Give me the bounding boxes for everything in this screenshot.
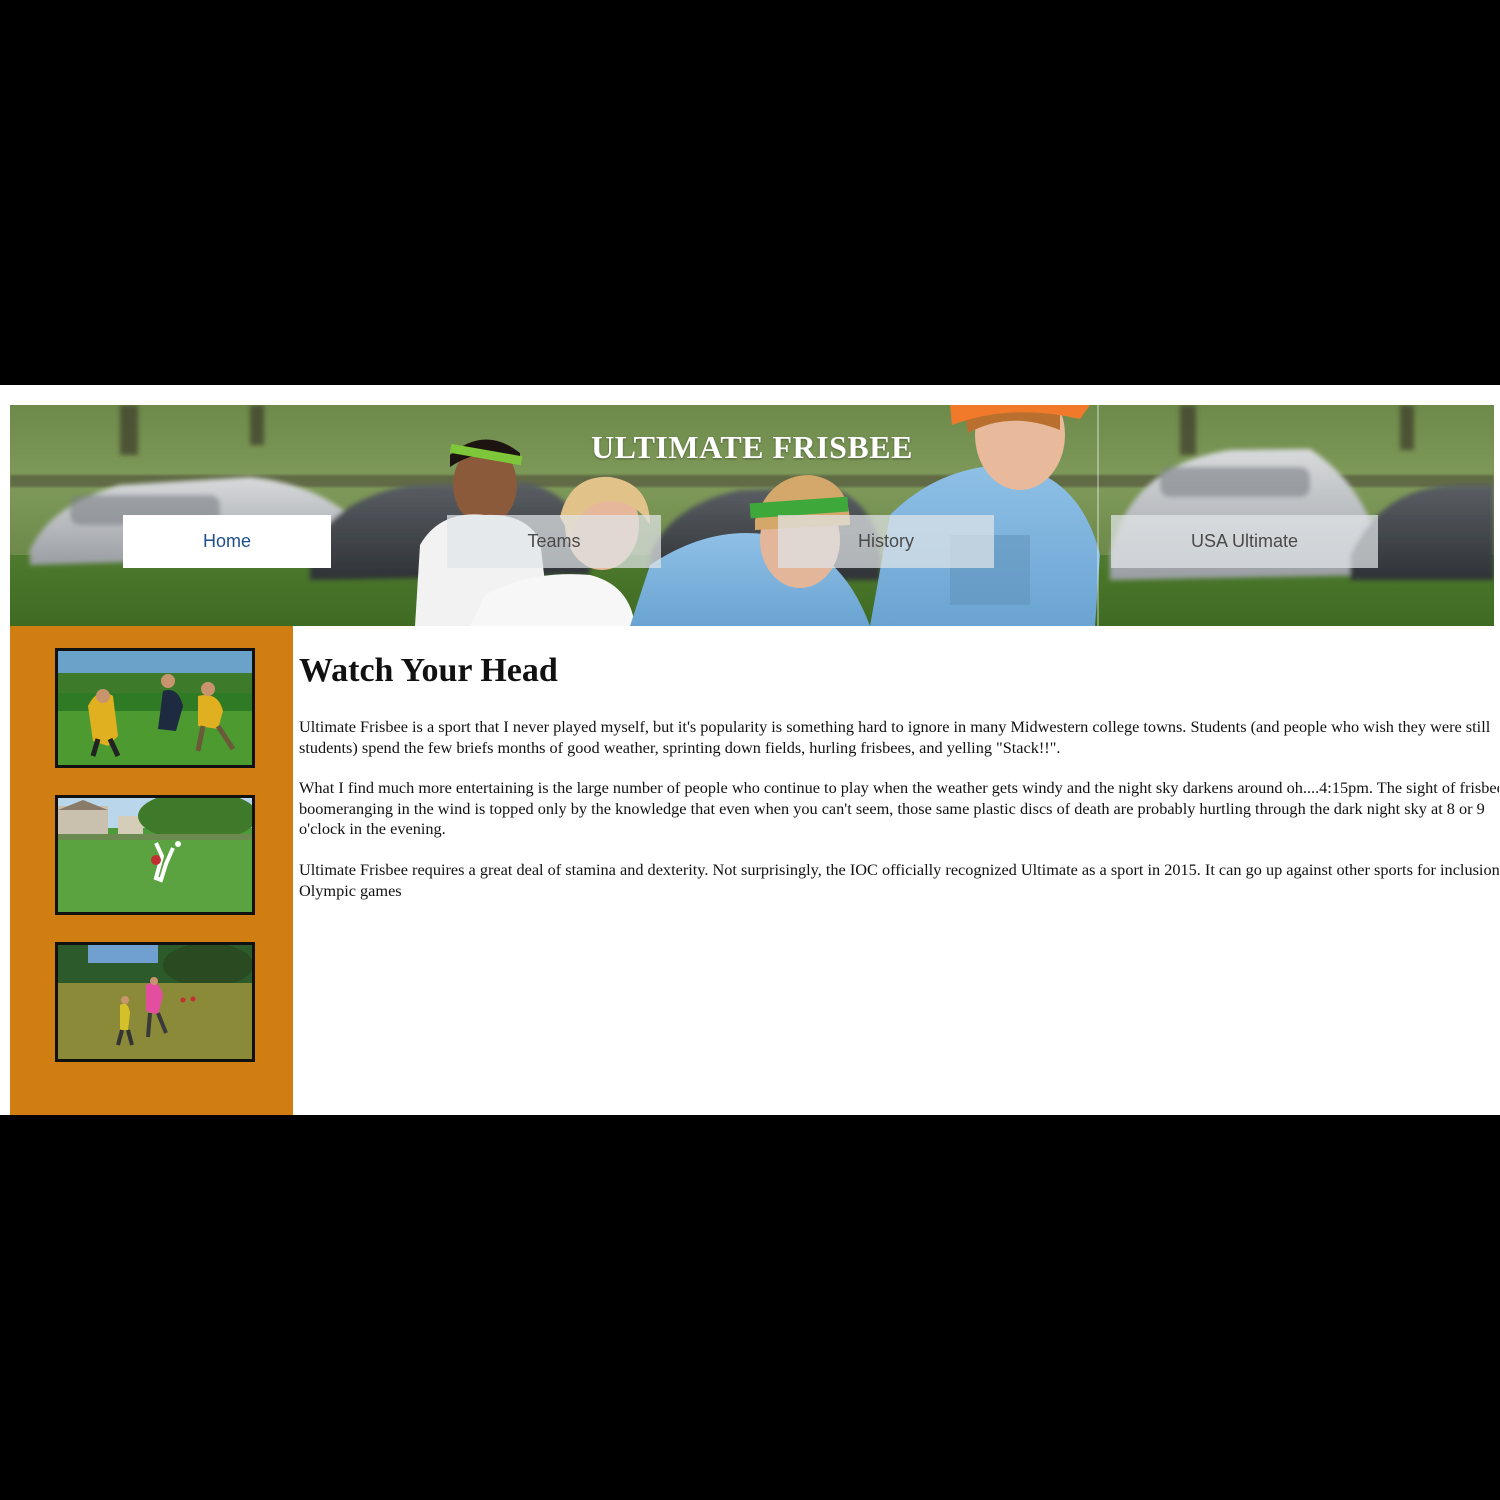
- nav-usa-ultimate-button[interactable]: USA Ultimate: [1111, 515, 1378, 568]
- article-title: Watch Your Head: [299, 652, 558, 689]
- article-paragraph-1: Ultimate Frisbee is a sport that I never…: [299, 717, 1491, 757]
- site-title: ULTIMATE FRISBEE: [591, 429, 913, 465]
- article-paragraph-2: What I find much more entertaining is th…: [299, 778, 1499, 838]
- frisbee-photo-2: [58, 798, 252, 912]
- browser-viewport: ULTIMATE FRISBEE Home Teams History USA …: [0, 385, 1500, 1115]
- nav-teams-button[interactable]: Teams: [447, 515, 661, 568]
- sidebar-photo-2[interactable]: [55, 795, 255, 915]
- header-banner: ULTIMATE FRISBEE Home Teams History USA …: [10, 405, 1494, 626]
- article-paragraph-3: Ultimate Frisbee requires a great deal o…: [299, 860, 1499, 900]
- sidebar-photo-3[interactable]: [55, 942, 255, 1062]
- nav-history-button[interactable]: History: [778, 515, 994, 568]
- frisbee-photo-1: [58, 651, 252, 765]
- sidebar: [10, 626, 293, 1115]
- site-container: ULTIMATE FRISBEE Home Teams History USA …: [10, 405, 1499, 1115]
- sidebar-photo-1[interactable]: [55, 648, 255, 768]
- frisbee-photo-3: [58, 945, 252, 1059]
- main-content: Watch Your Head Ultimate Frisbee is a sp…: [299, 626, 1499, 1115]
- nav-home-button[interactable]: Home: [123, 515, 331, 568]
